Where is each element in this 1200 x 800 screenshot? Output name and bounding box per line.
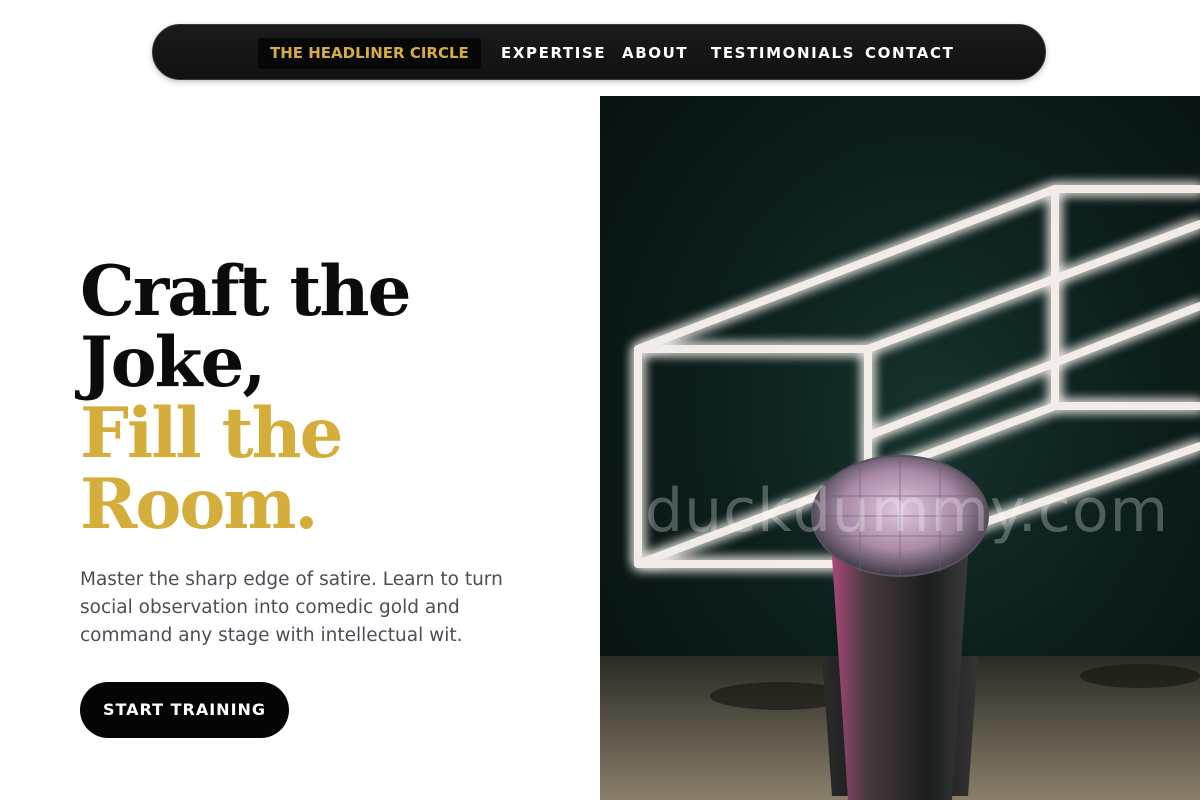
top-navigation-bar: THE HEADLINER CIRCLE EXPERTISE ABOUT TES… <box>152 24 1046 80</box>
headline-line-2: Joke, <box>80 322 266 403</box>
nav-link-about[interactable]: ABOUT <box>622 25 688 81</box>
nav-link-contact[interactable]: CONTACT <box>865 25 954 81</box>
nav-link-testimonials[interactable]: TESTIMONIALS <box>711 25 855 81</box>
headline-accent-line-2: Room. <box>80 464 318 545</box>
hero-description: Master the sharp edge of satire. Learn t… <box>80 569 503 646</box>
hero-headline: Craft the Joke, Fill the Room. <box>80 251 411 545</box>
nav-link-expertise[interactable]: EXPERTISE <box>501 25 606 81</box>
headline-line-1: Craft the <box>80 251 411 332</box>
start-training-button[interactable]: START TRAINING <box>80 682 289 738</box>
brand-logo-link[interactable]: THE HEADLINER CIRCLE <box>258 38 481 69</box>
hero-microphone-image: duckdummy.com <box>600 96 1200 800</box>
image-watermark: duckdummy.com <box>645 476 1170 546</box>
headline-accent-line-1: Fill the <box>80 393 344 474</box>
stage-illustration <box>600 185 1200 800</box>
